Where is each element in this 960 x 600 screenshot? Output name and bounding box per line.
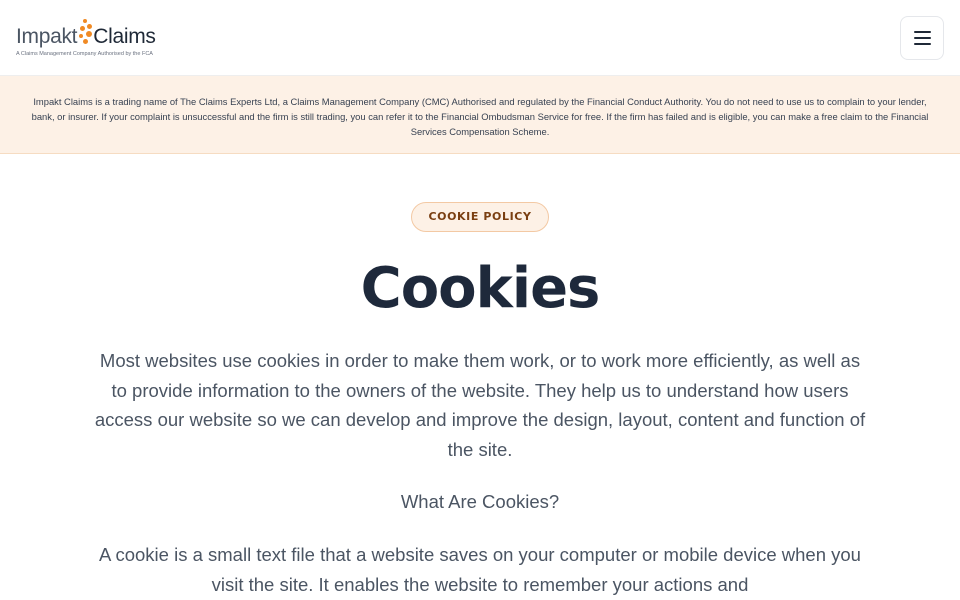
- what-are-cookies-heading: What Are Cookies?: [400, 491, 560, 512]
- regulatory-notice: Impakt Claims is a trading name of The C…: [0, 76, 960, 154]
- impakt-claims-logo[interactable]: Impakt Claims A Claims Management Compan…: [16, 18, 156, 57]
- cookie-definition-paragraph: A cookie is a small text file that a web…: [99, 544, 861, 595]
- site-header: Impakt Claims A Claims Management Compan…: [0, 0, 960, 76]
- cookie-policy-badge: COOKIE POLICY: [411, 202, 549, 232]
- logo-dots-icon: [78, 18, 93, 48]
- main-content: COOKIE POLICY Cookies Most websites use …: [0, 154, 960, 599]
- menu-button[interactable]: [900, 15, 944, 60]
- hamburger-menu-icon: [913, 30, 931, 33]
- logo-tagline: A Claims Management Company Authorised b…: [16, 51, 153, 57]
- logo-word-impakt: Impakt: [16, 25, 78, 48]
- intro-paragraph: Most websites use cookies in order to ma…: [94, 350, 866, 460]
- logo-wordmark: Impakt Claims: [16, 18, 156, 48]
- logo-word-claims: Claims: [93, 25, 156, 48]
- page-title: Cookies: [360, 256, 601, 321]
